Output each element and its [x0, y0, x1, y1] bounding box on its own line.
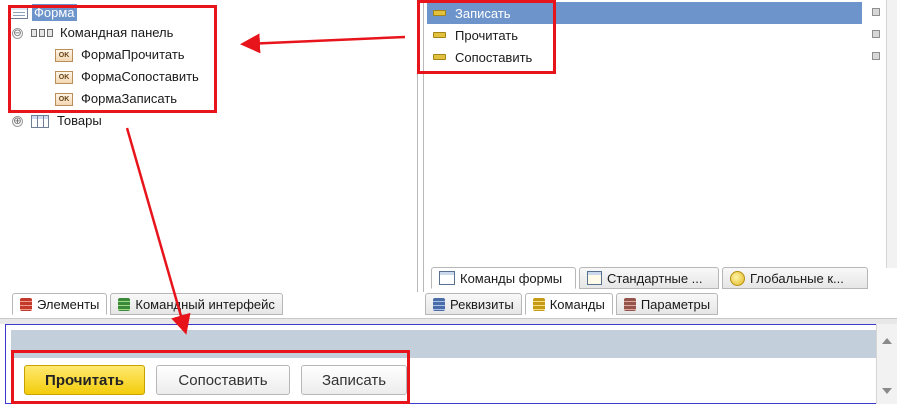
annotation-arrows — [125, 33, 406, 335]
arrow-to-tree — [240, 33, 406, 54]
arrow-to-preview — [125, 127, 191, 335]
